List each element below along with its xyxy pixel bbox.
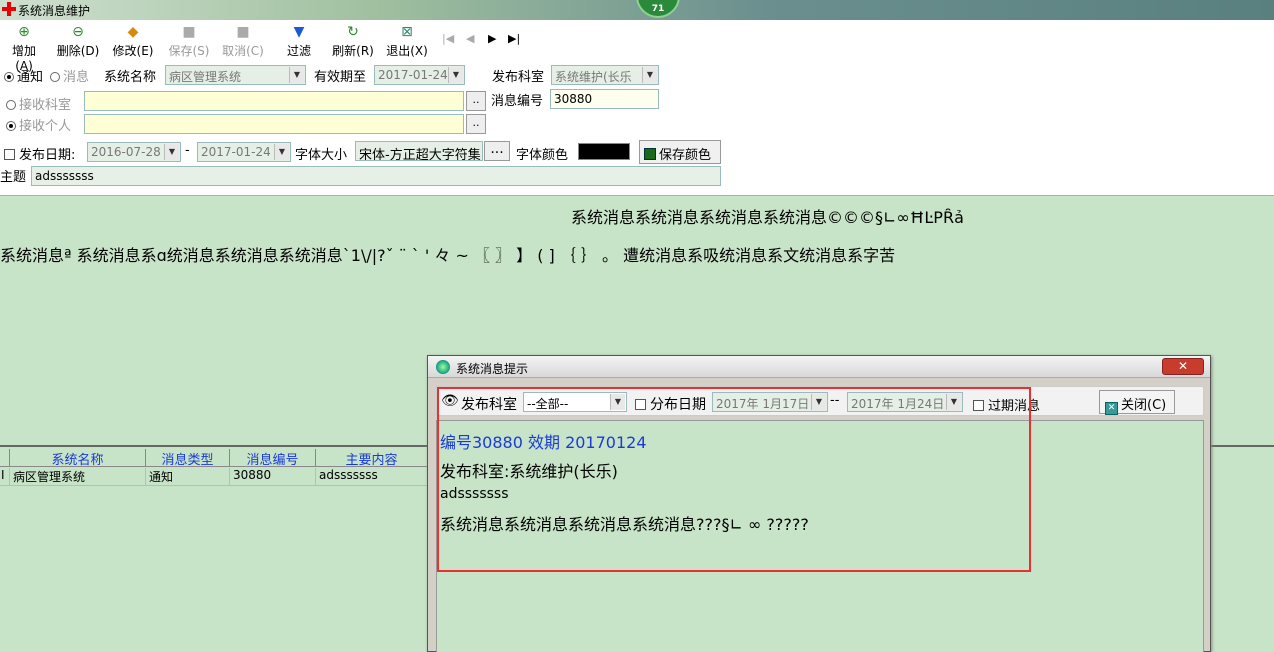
system-name-select[interactable]: 病区管理系统 ▼ — [165, 65, 306, 85]
publish-dept-label: 发布科室 — [492, 70, 545, 85]
radio-icon — [6, 100, 16, 110]
exit-icon: ⊠ — [401, 24, 413, 40]
receive-person-field[interactable] — [84, 114, 464, 134]
radio-icon — [6, 121, 16, 131]
save-color-button[interactable]: 保存颜色 — [639, 140, 721, 164]
radio-message[interactable]: 消息 — [50, 66, 89, 85]
msg-no-field[interactable]: 30880 — [550, 89, 659, 109]
font-picker-button[interactable]: ... — [484, 141, 510, 161]
close-icon: ✕ — [1105, 402, 1118, 415]
eraser-icon: ◆ — [127, 24, 139, 40]
refresh-icon: ↻ — [347, 24, 359, 40]
column-header[interactable]: 系统名称 — [10, 449, 146, 468]
system-name-label: 系统名称 — [104, 70, 157, 85]
nav-first-button[interactable]: |◀ — [442, 32, 454, 45]
column-header[interactable]: 消息类型 — [146, 449, 230, 468]
message-preview-line: 系统消息ª 系统消息系ɑ统消息系统消息系统消息`1\/|?ˇ ¨ ` ' 々 ~… — [0, 246, 896, 265]
nav-last-button[interactable]: ▶| — [508, 32, 520, 45]
radio-receive-dept[interactable]: 接收科室 — [6, 94, 71, 113]
filter-icon: ▼ — [293, 24, 305, 40]
window-title: 系统消息维护 — [18, 4, 91, 18]
nav-next-button[interactable]: ▶ — [488, 32, 496, 45]
receive-dept-browse-button[interactable]: .. — [466, 91, 486, 111]
radio-icon — [50, 72, 60, 82]
publish-date-checkbox[interactable]: 发布日期: — [4, 144, 75, 163]
subject-field[interactable]: adsssssss — [31, 166, 721, 186]
delete-icon: ⊖ — [72, 24, 84, 40]
dialog-title: 系统消息提示 — [456, 362, 529, 376]
delete-button[interactable]: ⊖ 删除(D) — [56, 24, 100, 59]
font-size-field[interactable]: 宋体-方正超大字符集 — [355, 141, 483, 161]
dialog-close-button[interactable]: ✕ 关闭(C) — [1099, 390, 1175, 415]
exit-button[interactable]: ⊠ 退出(X) — [386, 24, 428, 59]
chevron-down-icon: ▼ — [642, 67, 657, 83]
app-icon — [2, 2, 16, 16]
subject-label: 主题 — [0, 170, 27, 185]
receive-dept-field[interactable] — [84, 91, 464, 111]
chevron-down-icon: ▼ — [274, 144, 289, 160]
valid-until-label: 有效期至 — [314, 70, 367, 85]
chevron-down-icon: ▼ — [164, 144, 179, 160]
column-header[interactable]: 消息编号 — [230, 449, 316, 468]
font-color-swatch[interactable] — [578, 143, 630, 160]
save-icon: ■ — [182, 24, 196, 40]
msg-no-label: 消息编号 — [491, 94, 544, 109]
refresh-button[interactable]: ↻ 刷新(R) — [332, 24, 374, 59]
radio-receive-person[interactable]: 接收个人 — [6, 115, 71, 134]
checkbox-icon — [4, 149, 15, 160]
nav-prev-button[interactable]: ◀ — [466, 32, 474, 45]
receive-person-browse-button[interactable]: .. — [466, 114, 486, 134]
floppy-icon — [644, 148, 656, 160]
message-preview-line: 系统消息系统消息系统消息系统消息©©©§∟∞ĦĿPȒả — [571, 208, 964, 227]
chevron-down-icon: ▼ — [289, 67, 304, 83]
font-color-label: 字体颜色 — [516, 148, 569, 163]
modify-button[interactable]: ◆ 修改(E) — [112, 24, 154, 59]
chevron-down-icon: ▼ — [448, 67, 463, 83]
table-cell[interactable]: 通知 — [146, 468, 230, 486]
highlight-box — [437, 387, 1031, 572]
cancel-button[interactable]: ■ 取消(C) — [222, 24, 264, 59]
add-icon: ⊕ — [18, 24, 30, 40]
table-cell[interactable]: 30880 — [230, 468, 316, 486]
close-icon[interactable]: ✕ — [1162, 358, 1204, 375]
publish-date-from[interactable]: 2016-07-28 ▼ — [87, 142, 181, 162]
row-indicator: I — [0, 468, 10, 486]
cancel-icon: ■ — [236, 24, 250, 40]
column-header[interactable]: 主要内容 — [316, 449, 428, 468]
save-button[interactable]: ■ 保存(S) — [168, 24, 210, 59]
publish-date-to[interactable]: 2017-01-24 ▼ — [197, 142, 291, 162]
filter-button[interactable]: ▼ 过滤 — [284, 24, 314, 59]
radio-notice[interactable]: 通知 — [4, 66, 43, 85]
valid-until-select[interactable]: 2017-01-24 ▼ — [374, 65, 465, 85]
publish-dept-select[interactable]: 系统维护(长乐 ▼ — [551, 65, 659, 85]
dialog-title-bar: 系统消息提示 ✕ — [428, 356, 1210, 378]
app-gem-icon — [436, 360, 450, 374]
radio-icon — [4, 72, 14, 82]
table-cell[interactable]: 病区管理系统 — [10, 468, 146, 486]
row-header-corner — [0, 449, 10, 467]
publish-date-sep: - — [185, 143, 190, 158]
toolbar: ⊕ 增加(A) ⊖ 删除(D) ◆ 修改(E) ■ 保存(S) ■ 取消(C) … — [0, 20, 1274, 73]
table-cell[interactable]: adsssssss — [316, 468, 428, 486]
font-size-label: 字体大小 — [295, 148, 348, 163]
